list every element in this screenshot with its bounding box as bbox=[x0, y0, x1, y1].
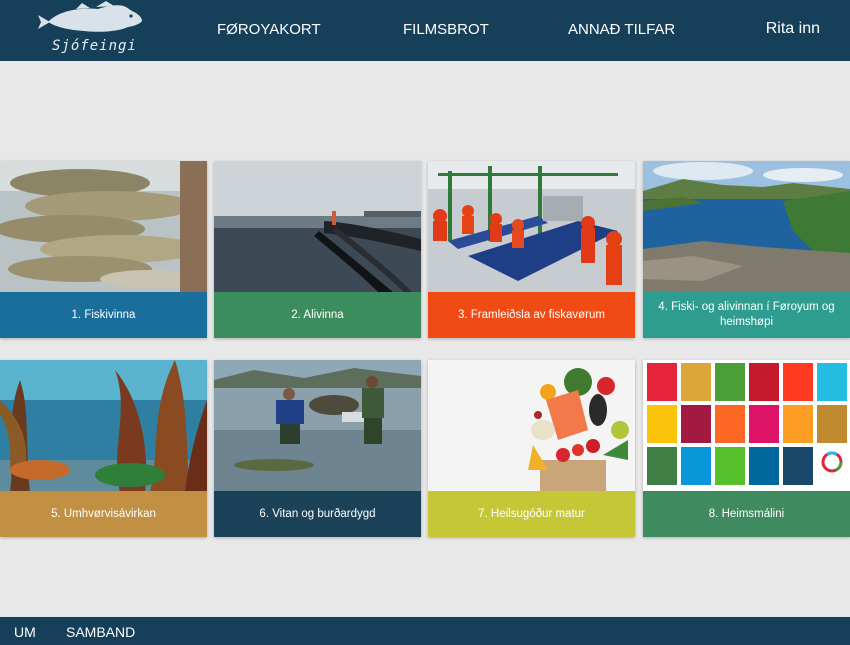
nav-filmsbrot[interactable]: FILMSBROT bbox=[403, 21, 489, 38]
tile-heimsmalini[interactable]: 8. Heimsmálini bbox=[643, 360, 850, 537]
tile-image-healthy-food bbox=[428, 360, 635, 492]
tile-label: 6. Vitan og burðardygd bbox=[214, 491, 421, 537]
tile-alivinna[interactable]: 2. Alivinna bbox=[214, 161, 421, 338]
tile-umhvorvisavirkan[interactable]: 5. Umhvørvisávirkan bbox=[0, 360, 207, 537]
tile-label: 4. Fiski- og alivinnan í Føroyum og heim… bbox=[643, 292, 850, 338]
footer-link-samband[interactable]: SAMBAND bbox=[66, 624, 135, 640]
tile-image-fish-factory bbox=[428, 161, 635, 293]
tile-heilsugodur-matur[interactable]: 7. Heilsugóður matur bbox=[428, 360, 635, 537]
tile-label: 1. Fiskivinna bbox=[0, 292, 207, 338]
tile-label: 5. Umhvørvisávirkan bbox=[0, 491, 207, 537]
site-logo[interactable]: Sjófeingi bbox=[36, 1, 146, 59]
top-navigation-bar: Sjófeingi FØROYAKORT FILMSBROT ANNAÐ TIL… bbox=[0, 0, 850, 61]
footer-bar: UM SAMBAND bbox=[0, 617, 850, 645]
tile-fiskivinna[interactable]: 1. Fiskivinna bbox=[0, 161, 207, 338]
tile-label: 2. Alivinna bbox=[214, 292, 421, 338]
tile-vitan-burdardygd[interactable]: 6. Vitan og burðardygd bbox=[214, 360, 421, 537]
tile-image-fish-farm-pen bbox=[214, 161, 421, 293]
tile-foroyar-heimshopi[interactable]: 4. Fiski- og alivinnan í Føroyum og heim… bbox=[643, 161, 850, 338]
tile-label: 8. Heimsmálini bbox=[643, 491, 850, 537]
fish-logo-icon bbox=[38, 1, 142, 32]
footer-link-um[interactable]: UM bbox=[14, 624, 36, 640]
login-link[interactable]: Rita inn bbox=[766, 20, 820, 38]
tile-image-kelp-forest bbox=[0, 360, 207, 492]
nav-annad-tilfar[interactable]: ANNAÐ TILFAR bbox=[568, 21, 675, 38]
tile-image-researchers-in-water bbox=[214, 360, 421, 492]
logo-text: Sjófeingi bbox=[52, 38, 137, 54]
tile-image-faroe-landscape bbox=[643, 161, 850, 293]
tile-framleidsla[interactable]: 3. Framleiðsla av fiskavørum bbox=[428, 161, 635, 338]
tile-label: 7. Heilsugóður matur bbox=[428, 491, 635, 537]
tile-label: 3. Framleiðsla av fiskavørum bbox=[428, 292, 635, 338]
tile-image-sdg-goals bbox=[643, 360, 850, 492]
tile-image-fish-on-ice bbox=[0, 161, 207, 293]
nav-foroyakort[interactable]: FØROYAKORT bbox=[217, 21, 321, 38]
